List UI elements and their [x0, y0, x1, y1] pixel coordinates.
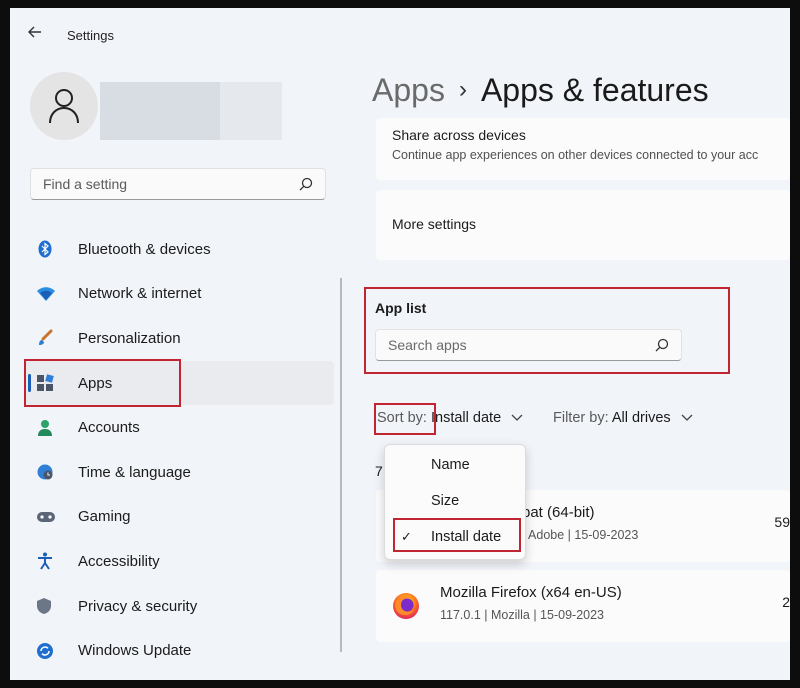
app-size: 59 [774, 514, 790, 530]
sidebar-item-bluetooth[interactable]: Bluetooth & devices [24, 227, 334, 272]
sidebar-item-windows-update[interactable]: Windows Update [24, 628, 334, 673]
firefox-icon [392, 592, 420, 625]
update-icon [36, 642, 68, 660]
settings-window: Settings Bluetooth & devices Network & i… [10, 8, 790, 680]
sidebar-item-label: Apps [78, 374, 113, 392]
sidebar-nav: Bluetooth & devices Network & internet P… [24, 227, 334, 673]
sidebar-item-label: Accessibility [78, 552, 160, 570]
accessibility-icon [36, 552, 68, 571]
share-title: Share across devices [392, 127, 526, 143]
checkmark-icon: ✓ [401, 529, 412, 544]
sidebar-item-accessibility[interactable]: Accessibility [24, 539, 334, 584]
accounts-icon [36, 419, 68, 437]
sidebar-item-personalization[interactable]: Personalization [24, 316, 334, 361]
sort-option-label: Size [431, 493, 460, 509]
filter-by-value[interactable]: All drives [612, 410, 671, 426]
sort-dropdown-menu: Name Size ✓ Install date [384, 444, 526, 560]
sort-by-label: Sort by: [377, 410, 427, 426]
active-indicator [28, 373, 31, 392]
user-name-redacted [100, 82, 220, 140]
apps-count: 7 [375, 463, 383, 479]
app-meta: 117.0.1 | Mozilla | 15-09-2023 [440, 608, 605, 622]
app-row-firefox[interactable]: Mozilla Firefox (x64 en-US) 117.0.1 | Mo… [376, 570, 790, 642]
wifi-icon [36, 286, 68, 302]
sidebar-item-label: Gaming [78, 508, 131, 526]
breadcrumb-separator: › [458, 76, 467, 103]
title-bar: Settings [10, 8, 790, 48]
sidebar-item-label: Personalization [78, 329, 181, 347]
sort-option-install-date[interactable]: ✓ Install date [385, 521, 525, 553]
find-setting-input[interactable] [41, 175, 285, 193]
search-icon [299, 177, 313, 196]
user-avatar[interactable] [30, 72, 98, 140]
more-settings-card[interactable]: More settings [376, 190, 790, 260]
sort-option-size[interactable]: Size [385, 485, 525, 517]
search-icon [655, 338, 669, 357]
sort-option-label: Name [431, 457, 470, 473]
sidebar-item-accounts[interactable]: Accounts [24, 405, 334, 450]
window-title: Settings [67, 28, 114, 43]
sidebar-item-label: Time & language [78, 463, 191, 481]
filter-by-label: Filter by: [553, 410, 609, 426]
search-apps-box[interactable] [375, 329, 682, 361]
sidebar-item-apps[interactable]: Apps [24, 360, 334, 406]
share-subtitle: Continue app experiences on other device… [392, 148, 759, 162]
sidebar-item-gaming[interactable]: Gaming [24, 495, 334, 540]
sidebar-item-network[interactable]: Network & internet [24, 272, 334, 317]
sort-by-value[interactable]: Install date [431, 410, 501, 426]
app-name: Mozilla Firefox (x64 en-US) [440, 584, 622, 601]
breadcrumb-parent[interactable]: Apps [372, 72, 445, 108]
gamepad-icon [36, 510, 68, 524]
apps-icon [36, 374, 68, 392]
app-name: bat (64-bit) [522, 504, 595, 521]
sidebar-item-label: Accounts [78, 419, 140, 437]
share-across-devices-card[interactable]: Share across devices Continue app experi… [376, 118, 790, 180]
more-settings-title: More settings [392, 216, 477, 232]
sidebar-item-label: Network & internet [78, 285, 202, 303]
app-size: 2 [782, 594, 790, 610]
sort-option-name[interactable]: Name [385, 449, 525, 481]
chevron-down-icon [505, 410, 523, 426]
filter-by-control[interactable]: Filter by: All drives [553, 410, 693, 426]
bluetooth-icon [36, 240, 68, 258]
search-apps-input[interactable] [386, 336, 640, 354]
sidebar-item-label: Bluetooth & devices [78, 240, 211, 258]
app-list-heading: App list [375, 300, 427, 316]
sort-option-label: Install date [431, 529, 502, 545]
page-title: Apps & features [480, 72, 709, 108]
paintbrush-icon [36, 329, 68, 347]
sidebar-item-label: Privacy & security [78, 597, 198, 615]
chevron-down-icon [675, 410, 693, 426]
breadcrumb: Apps › Apps & features [372, 72, 709, 109]
sidebar-item-privacy[interactable]: Privacy & security [24, 584, 334, 629]
shield-icon [36, 597, 68, 615]
person-icon [49, 89, 79, 124]
sort-by-control[interactable]: Sort by: Install date [377, 410, 523, 426]
app-meta: | Adobe | 15-09-2023 [522, 528, 639, 542]
back-arrow-icon[interactable] [28, 26, 42, 42]
user-email-redacted [220, 82, 282, 140]
sidebar-item-label: Windows Update [78, 642, 192, 660]
pane-divider [340, 278, 342, 652]
globe-clock-icon [36, 463, 68, 481]
sidebar-item-time-language[interactable]: Time & language [24, 450, 334, 495]
find-setting-search[interactable] [30, 168, 326, 200]
